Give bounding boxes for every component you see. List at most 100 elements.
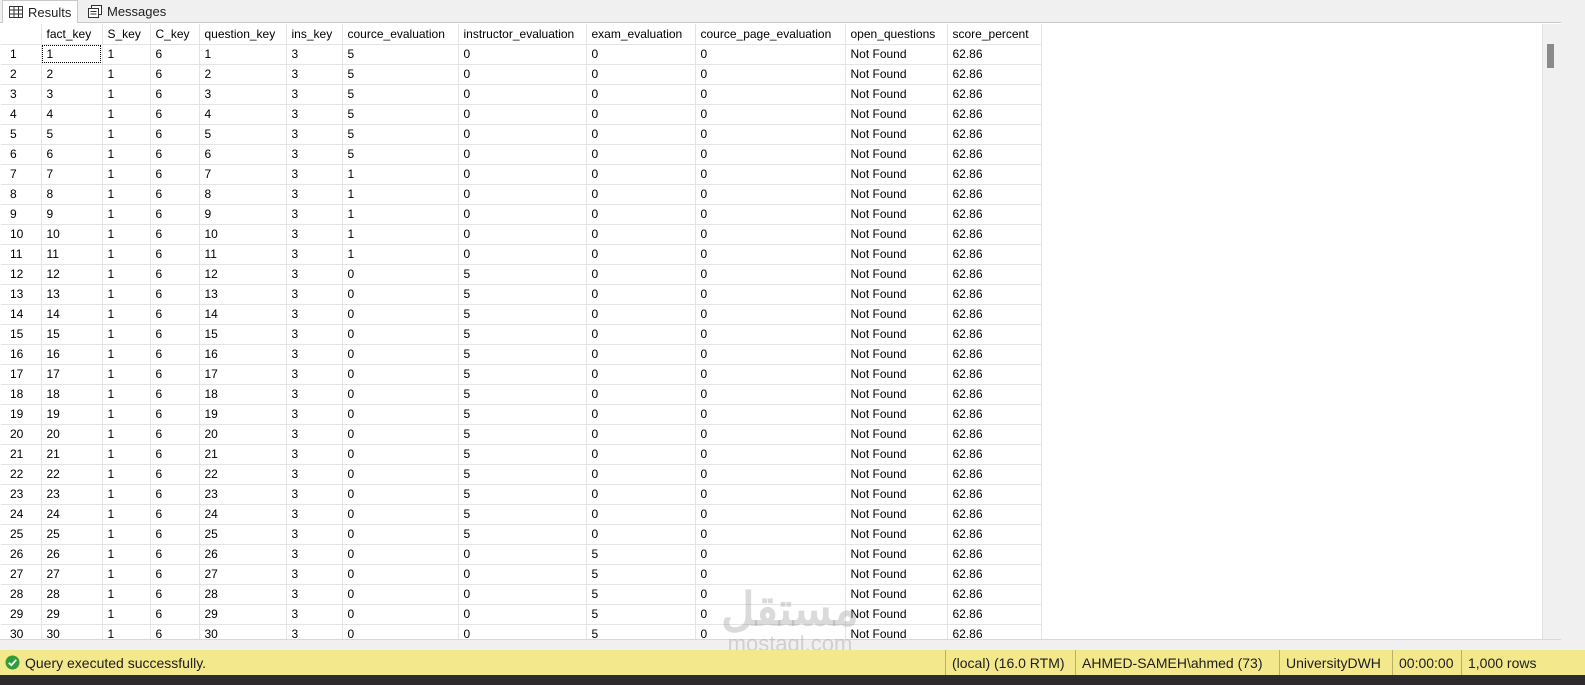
table-cell[interactable]: 0 — [695, 524, 846, 545]
table-cell[interactable]: 0 — [586, 304, 696, 325]
table-cell[interactable]: 0 — [695, 584, 846, 605]
table-cell[interactable]: 6 — [150, 464, 200, 485]
table-cell[interactable]: 62.86 — [947, 184, 1042, 205]
table-cell[interactable]: 15 — [199, 324, 287, 345]
table-cell[interactable]: 0 — [586, 84, 696, 105]
table-cell[interactable]: 1 — [102, 524, 151, 545]
table-cell[interactable]: 22 — [199, 464, 287, 485]
table-cell[interactable]: 1 — [102, 604, 151, 625]
table-cell[interactable]: 3 — [286, 604, 343, 625]
table-cell[interactable]: 1 — [342, 244, 459, 265]
table-cell[interactable]: Not Found — [845, 44, 948, 65]
table-cell[interactable]: 0 — [342, 504, 459, 525]
table-cell[interactable]: 1 — [102, 344, 151, 365]
table-cell[interactable]: Not Found — [845, 424, 948, 445]
table-cell[interactable]: 6 — [150, 504, 200, 525]
table-cell[interactable]: 3 — [286, 264, 343, 285]
table-cell[interactable]: 0 — [695, 104, 846, 125]
table-cell[interactable]: 0 — [695, 344, 846, 365]
table-cell[interactable]: 62.86 — [947, 604, 1042, 625]
column-header-cource-page-evaluation[interactable]: cource_page_evaluation — [695, 24, 846, 45]
table-cell[interactable]: Not Found — [845, 104, 948, 125]
table-cell[interactable]: 6 — [150, 224, 200, 245]
table-cell[interactable]: 16 — [199, 344, 287, 365]
row-number-cell[interactable]: 7 — [1, 164, 42, 185]
table-cell[interactable]: 1 — [102, 264, 151, 285]
table-cell[interactable]: 6 — [150, 44, 200, 65]
table-cell[interactable]: 5 — [458, 264, 587, 285]
table-row[interactable]: 13 13 1 6 13 3 0 5 0 0 Not Found 62.86 — [1, 284, 1042, 305]
table-cell[interactable]: 3 — [286, 404, 343, 425]
row-number-cell[interactable]: 2 — [1, 64, 42, 85]
table-cell[interactable]: 0 — [586, 524, 696, 545]
table-cell[interactable]: 30 — [41, 624, 103, 639]
table-cell[interactable]: 0 — [458, 44, 587, 65]
table-cell[interactable]: 5 — [458, 424, 587, 445]
table-row[interactable]: 12 12 1 6 12 3 0 5 0 0 Not Found 62.86 — [1, 264, 1042, 285]
table-cell[interactable]: 3 — [286, 304, 343, 325]
table-cell[interactable]: 3 — [286, 104, 343, 125]
table-cell[interactable]: 62.86 — [947, 484, 1042, 505]
column-header-c-key[interactable]: C_key — [150, 24, 200, 45]
table-cell[interactable]: 0 — [342, 464, 459, 485]
table-cell[interactable]: 5 — [458, 384, 587, 405]
column-header-s-key[interactable]: S_key — [102, 24, 151, 45]
table-cell[interactable]: 5 — [586, 564, 696, 585]
table-cell[interactable]: 0 — [695, 144, 846, 165]
table-cell[interactable]: 62.86 — [947, 504, 1042, 525]
table-cell[interactable]: 1 — [102, 284, 151, 305]
table-cell[interactable]: 5 — [586, 624, 696, 639]
table-cell[interactable]: 3 — [286, 484, 343, 505]
table-row[interactable]: 29 29 1 6 29 3 0 0 5 0 Not Found 62.86 — [1, 604, 1042, 625]
table-cell[interactable]: 0 — [342, 444, 459, 465]
table-cell[interactable]: 2 — [41, 64, 103, 85]
table-cell[interactable]: 0 — [458, 584, 587, 605]
table-cell[interactable]: 0 — [695, 424, 846, 445]
table-cell[interactable]: 20 — [41, 424, 103, 445]
table-cell[interactable]: 62.86 — [947, 404, 1042, 425]
table-cell[interactable]: 0 — [695, 404, 846, 425]
table-cell[interactable]: 1 — [102, 184, 151, 205]
table-cell[interactable]: 62.86 — [947, 64, 1042, 85]
table-cell[interactable]: 0 — [342, 384, 459, 405]
table-cell[interactable]: 62.86 — [947, 244, 1042, 265]
table-row[interactable]: 6 6 1 6 6 3 5 0 0 0 Not Found 62.86 — [1, 144, 1042, 165]
row-number-cell[interactable]: 29 — [1, 604, 42, 625]
row-number-cell[interactable]: 17 — [1, 364, 42, 385]
row-number-cell[interactable]: 16 — [1, 344, 42, 365]
table-cell[interactable]: 6 — [150, 204, 200, 225]
table-cell[interactable]: 0 — [695, 324, 846, 345]
table-cell[interactable]: 62.86 — [947, 264, 1042, 285]
table-cell[interactable]: 3 — [286, 184, 343, 205]
table-row[interactable]: 8 8 1 6 8 3 1 0 0 0 Not Found 62.86 — [1, 184, 1042, 205]
table-cell[interactable]: 3 — [286, 284, 343, 305]
row-number-cell[interactable]: 1 — [1, 44, 42, 65]
table-row[interactable]: 11 11 1 6 11 3 1 0 0 0 Not Found 62.86 — [1, 244, 1042, 265]
table-cell[interactable]: 10 — [41, 224, 103, 245]
table-cell[interactable]: 62.86 — [947, 324, 1042, 345]
table-cell[interactable]: Not Found — [845, 524, 948, 545]
table-cell[interactable]: 13 — [199, 284, 287, 305]
table-cell[interactable]: 20 — [199, 424, 287, 445]
table-cell[interactable]: 0 — [586, 324, 696, 345]
row-number-cell[interactable]: 25 — [1, 524, 42, 545]
table-cell[interactable]: 0 — [695, 84, 846, 105]
table-cell[interactable]: 7 — [199, 164, 287, 185]
table-cell[interactable]: 0 — [342, 344, 459, 365]
table-cell[interactable]: 28 — [41, 584, 103, 605]
row-number-cell[interactable]: 30 — [1, 624, 42, 639]
table-cell[interactable]: 0 — [695, 564, 846, 585]
table-row[interactable]: 18 18 1 6 18 3 0 5 0 0 Not Found 62.86 — [1, 384, 1042, 405]
table-cell[interactable]: 0 — [695, 384, 846, 405]
table-row[interactable]: 27 27 1 6 27 3 0 0 5 0 Not Found 62.86 — [1, 564, 1042, 585]
table-cell[interactable]: Not Found — [845, 384, 948, 405]
table-cell[interactable]: 0 — [586, 44, 696, 65]
table-cell[interactable]: 0 — [695, 184, 846, 205]
table-row[interactable]: 22 22 1 6 22 3 0 5 0 0 Not Found 62.86 — [1, 464, 1042, 485]
table-cell[interactable]: 0 — [458, 84, 587, 105]
table-cell[interactable]: 3 — [286, 584, 343, 605]
table-cell[interactable]: 9 — [41, 204, 103, 225]
table-cell[interactable]: 5 — [458, 344, 587, 365]
table-cell[interactable]: 0 — [586, 424, 696, 445]
table-cell[interactable]: 10 — [199, 224, 287, 245]
